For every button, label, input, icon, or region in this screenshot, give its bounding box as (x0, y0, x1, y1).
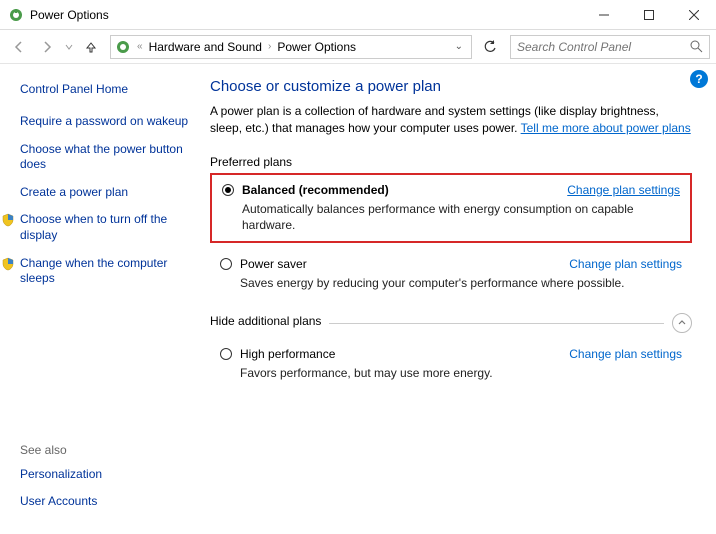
plan-power-saver: Power saver Change plan settings Saves e… (210, 249, 692, 299)
hide-additional-plans-heading: Hide additional plans (210, 314, 321, 328)
window-title: Power Options (30, 8, 581, 22)
change-plan-settings-high-performance[interactable]: Change plan settings (569, 347, 682, 361)
sidebar-computer-sleeps[interactable]: Change when the computer sleeps (1, 256, 190, 287)
chevron-right-icon: › (268, 41, 271, 52)
shield-icon (1, 213, 15, 227)
minimize-button[interactable] (581, 0, 626, 30)
control-panel-home-link[interactable]: Control Panel Home (20, 82, 190, 96)
sidebar-require-password[interactable]: Require a password on wakeup (20, 114, 190, 130)
back-button[interactable] (6, 34, 32, 60)
sidebar-turn-off-display[interactable]: Choose when to turn off the display (1, 212, 190, 243)
plan-description: Automatically balances performance with … (242, 201, 680, 233)
sidebar-item-label: Change when the computer sleeps (20, 256, 190, 287)
breadcrumb-ellipsis[interactable]: « (137, 41, 143, 52)
sidebar-item-label: Choose what the power button does (20, 142, 190, 173)
plan-balanced: Balanced (recommended) Change plan setti… (210, 173, 692, 243)
tell-me-more-link[interactable]: Tell me more about power plans (521, 121, 691, 135)
sidebar-create-plan[interactable]: Create a power plan (20, 185, 190, 201)
plan-description: Favors performance, but may use more ene… (240, 365, 682, 381)
forward-button[interactable] (34, 34, 60, 60)
shield-icon (1, 257, 15, 271)
sidebar-item-label: Choose when to turn off the display (20, 212, 190, 243)
plan-name[interactable]: High performance (240, 347, 569, 361)
refresh-button[interactable] (478, 35, 502, 59)
page-heading: Choose or customize a power plan (210, 78, 692, 95)
breadcrumb[interactable]: « Hardware and Sound › Power Options ⌄ (110, 35, 472, 59)
breadcrumb-icon (115, 39, 131, 55)
plan-balanced-radio[interactable] (222, 184, 234, 196)
see-also-user-accounts[interactable]: User Accounts (20, 494, 190, 510)
breadcrumb-dropdown[interactable]: ⌄ (451, 41, 467, 52)
plan-high-performance-radio[interactable] (220, 348, 232, 360)
change-plan-settings-balanced[interactable]: Change plan settings (567, 183, 680, 197)
breadcrumb-hardware-sound[interactable]: Hardware and Sound (149, 40, 262, 54)
plan-name[interactable]: Power saver (240, 257, 569, 271)
close-button[interactable] (671, 0, 716, 30)
see-also-heading: See also (20, 443, 190, 457)
change-plan-settings-power-saver[interactable]: Change plan settings (569, 257, 682, 271)
sidebar-power-button[interactable]: Choose what the power button does (20, 142, 190, 173)
sidebar-item-label: User Accounts (20, 494, 190, 510)
sidebar-item-label: Personalization (20, 467, 190, 483)
help-icon[interactable]: ? (690, 70, 708, 88)
search-input[interactable] (517, 40, 690, 54)
preferred-plans-heading: Preferred plans (210, 155, 692, 169)
plan-power-saver-radio[interactable] (220, 258, 232, 270)
recent-dropdown[interactable] (62, 34, 76, 60)
plan-description: Saves energy by reducing your computer's… (240, 275, 682, 291)
maximize-button[interactable] (626, 0, 671, 30)
collapse-button[interactable] (672, 313, 692, 333)
see-also-personalization[interactable]: Personalization (20, 467, 190, 483)
sidebar-item-label: Create a power plan (20, 185, 190, 201)
search-box[interactable] (510, 35, 710, 59)
page-description: A power plan is a collection of hardware… (210, 103, 692, 137)
app-icon (8, 7, 24, 23)
up-button[interactable] (78, 34, 104, 60)
search-icon[interactable] (690, 40, 703, 53)
breadcrumb-power-options[interactable]: Power Options (277, 40, 356, 54)
divider (329, 323, 664, 324)
sidebar-item-label: Require a password on wakeup (20, 114, 190, 130)
plan-name[interactable]: Balanced (recommended) (242, 183, 567, 197)
plan-high-performance: High performance Change plan settings Fa… (210, 339, 692, 389)
